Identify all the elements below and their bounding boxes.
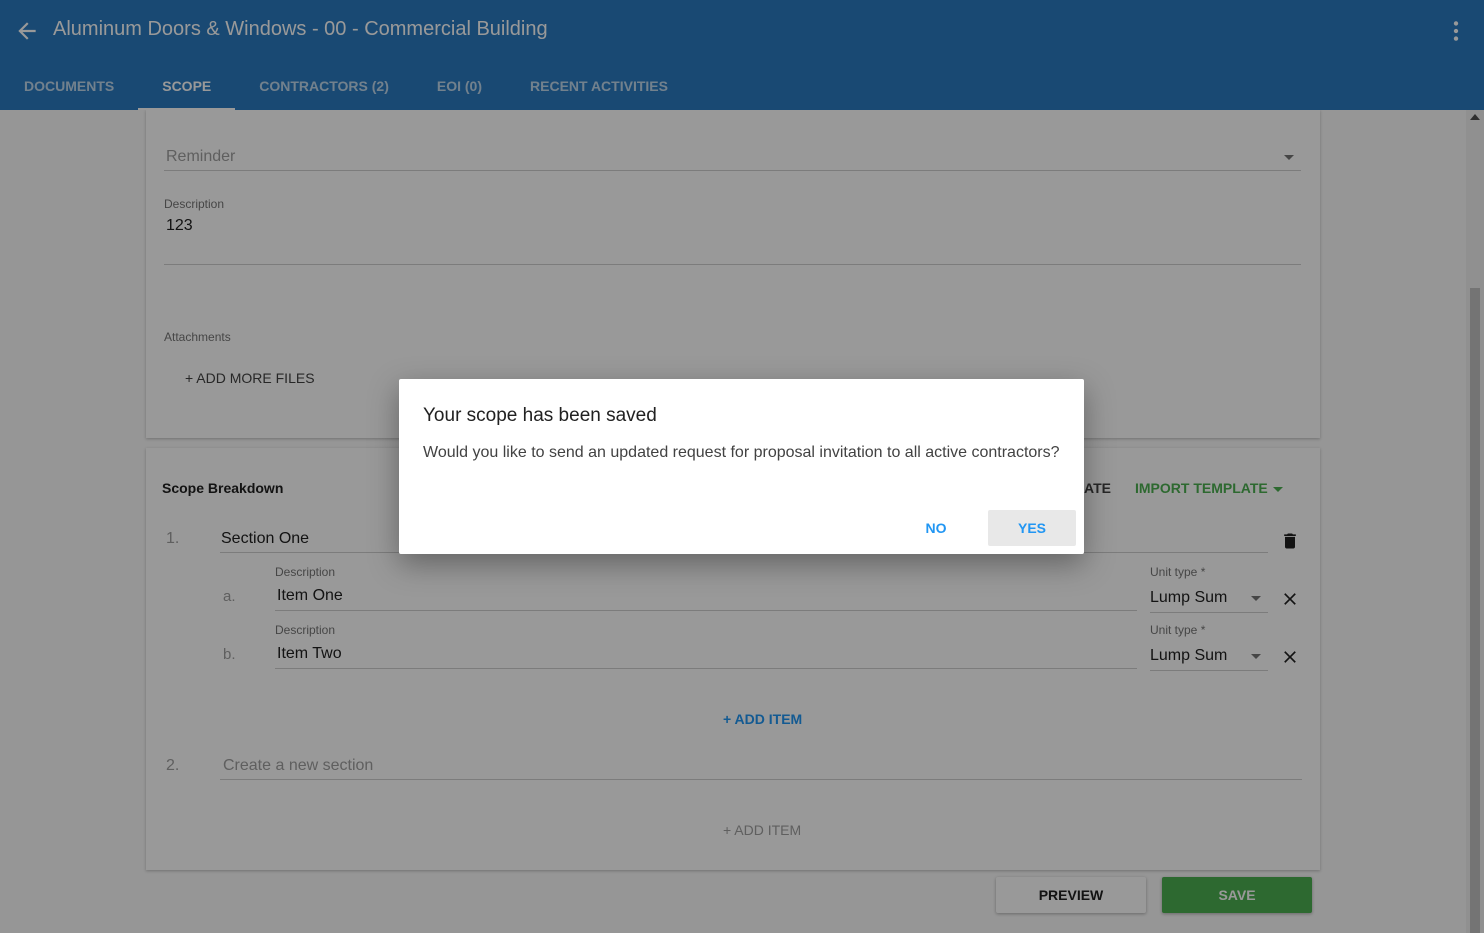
no-button[interactable]: NO (899, 510, 973, 546)
scope-saved-dialog: Your scope has been saved Would you like… (399, 379, 1084, 554)
dialog-title: Your scope has been saved (423, 405, 657, 426)
dialog-message: Would you like to send an updated reques… (423, 444, 1060, 461)
yes-button[interactable]: YES (988, 510, 1076, 546)
